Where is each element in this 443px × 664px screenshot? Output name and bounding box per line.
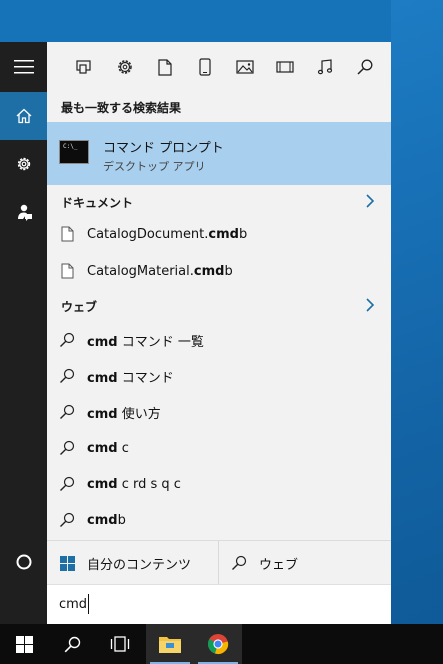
settings-icon <box>118 60 132 74</box>
phone-icon <box>199 58 211 76</box>
my-stuff-button[interactable]: 自分のコンテンツ <box>47 541 219 585</box>
search-icon <box>60 476 75 491</box>
web-suggestion-label: cmd コマンド <box>87 370 174 386</box>
home-icon <box>16 108 31 124</box>
web-category[interactable]: ウェブ <box>47 291 391 319</box>
taskbar <box>0 624 443 664</box>
document-item[interactable]: CatalogMaterial.cmdb <box>47 253 391 289</box>
search-input[interactable]: cmd <box>47 584 391 624</box>
my-stuff-label: 自分のコンテンツ <box>87 557 192 573</box>
desktop-background <box>391 0 443 624</box>
web-suggestion[interactable]: cmd c rd s q c <box>47 466 391 502</box>
start-button[interactable] <box>0 624 48 664</box>
document-icon <box>61 263 73 279</box>
filter-bar <box>47 42 391 92</box>
document-icon <box>61 226 73 242</box>
web-suggestion[interactable]: cmd c <box>47 430 391 466</box>
best-match-title: 最も一致する検索結果 <box>61 101 182 115</box>
search-icon <box>64 636 80 652</box>
chrome-icon <box>207 634 229 654</box>
filter-videos[interactable] <box>265 42 305 92</box>
videos-icon <box>276 61 294 73</box>
feedback-icon <box>17 204 32 221</box>
command-prompt-icon: C:\_ <box>59 140 89 164</box>
search-icon <box>232 555 247 570</box>
file-explorer-button[interactable] <box>146 624 194 664</box>
filter-apps[interactable] <box>65 42 105 92</box>
documents-category-label: ドキュメント <box>61 196 134 210</box>
cortana-button[interactable] <box>0 538 47 586</box>
document-item[interactable]: CatalogDocument.cmdb <box>47 216 391 252</box>
apps-icon <box>76 60 91 74</box>
taskbar-search-button[interactable] <box>48 624 96 664</box>
web-suggestion-label: cmd 使い方 <box>87 406 161 422</box>
filter-settings[interactable] <box>105 42 145 92</box>
web-suggestion-label: cmd コマンド 一覧 <box>87 334 204 350</box>
task-view-button[interactable] <box>96 624 144 664</box>
document-item-label: CatalogDocument.cmdb <box>87 226 248 242</box>
filter-music[interactable] <box>305 42 345 92</box>
search-query: cmd <box>59 597 88 612</box>
web-suggestion[interactable]: cmd コマンド 一覧 <box>47 322 391 358</box>
web-scope-label: ウェブ <box>259 557 299 573</box>
windows-logo-icon <box>15 635 33 653</box>
web-suggestion[interactable]: cmd コマンド <box>47 358 391 394</box>
document-item-label: CatalogMaterial.cmdb <box>87 263 233 279</box>
photos-icon <box>236 60 254 74</box>
filter-documents[interactable] <box>145 42 185 92</box>
feedback-button[interactable] <box>0 188 47 236</box>
home-button[interactable] <box>0 92 47 140</box>
cortana-icon <box>16 554 31 570</box>
web-category-label: ウェブ <box>61 300 98 314</box>
start-rail <box>0 42 47 624</box>
documents-icon <box>158 58 172 76</box>
filter-photos[interactable] <box>225 42 265 92</box>
web-suggestion[interactable]: cmd 使い方 <box>47 394 391 430</box>
search-icon <box>60 332 75 347</box>
chevron-right-icon <box>366 298 375 312</box>
best-match-name: コマンド プロンプト <box>103 141 224 156</box>
hamburger-icon <box>13 60 34 74</box>
hamburger-menu-button[interactable] <box>0 42 47 92</box>
search-icon <box>357 59 373 75</box>
music-icon <box>317 59 333 75</box>
task-view-icon <box>110 636 130 652</box>
documents-category[interactable]: ドキュメント <box>47 187 391 215</box>
filter-phone[interactable] <box>185 42 225 92</box>
web-suggestion-label: cmd c rd s q c <box>87 476 181 492</box>
gear-icon <box>17 157 30 171</box>
best-match-type: デスクトップ アプリ <box>103 160 206 173</box>
web-suggestion[interactable]: cmdb <box>47 502 391 538</box>
settings-button[interactable] <box>0 140 47 188</box>
start-menu: 最も一致する検索結果 C:\_ コマンド プロンプト デスクトップ アプリ ドキ… <box>0 42 391 624</box>
text-caret <box>88 594 89 614</box>
folder-icon <box>159 637 181 653</box>
web-suggestion-label: cmd c <box>87 440 129 456</box>
search-icon <box>60 440 75 455</box>
web-suggestion-label: cmdb <box>87 512 126 528</box>
scope-bar: 自分のコンテンツ ウェブ <box>47 540 391 585</box>
chrome-button[interactable] <box>194 624 242 664</box>
search-icon <box>60 368 75 383</box>
chevron-right-icon <box>366 194 375 208</box>
search-icon <box>60 512 75 527</box>
windows-logo-icon <box>59 555 75 571</box>
best-match-item[interactable]: C:\_ コマンド プロンプト デスクトップ アプリ <box>47 122 391 185</box>
search-results-panel: 最も一致する検索結果 C:\_ コマンド プロンプト デスクトップ アプリ ドキ… <box>47 42 391 624</box>
web-scope-button[interactable]: ウェブ <box>219 541 391 585</box>
search-icon <box>60 404 75 419</box>
filter-search[interactable] <box>345 42 385 92</box>
